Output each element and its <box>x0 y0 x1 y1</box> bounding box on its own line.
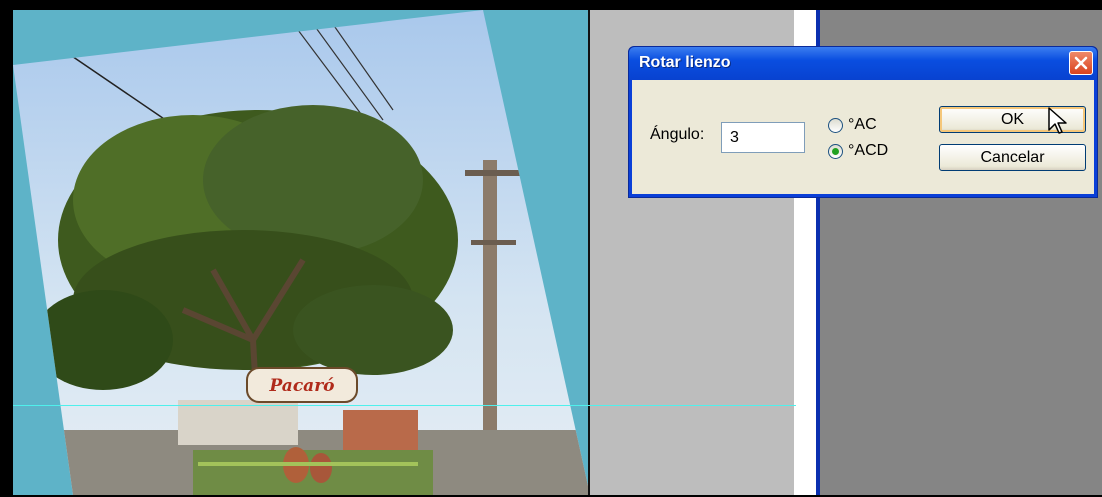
radio-acd-option[interactable]: °ACD <box>828 142 888 160</box>
dialog-body: Ángulo: °AC °ACD OK Cancelar <box>632 80 1094 194</box>
angle-input[interactable] <box>721 122 805 153</box>
dialog-title: Rotar lienzo <box>639 54 731 71</box>
close-button[interactable] <box>1069 51 1093 75</box>
radio-ac-option[interactable]: °AC <box>828 116 877 134</box>
angle-label: Ángulo: <box>650 126 705 143</box>
horizontal-guide-line[interactable] <box>13 405 796 406</box>
close-icon <box>1074 56 1088 70</box>
dialog-titlebar[interactable]: Rotar lienzo <box>629 47 1097 80</box>
radio-ac-button[interactable] <box>828 117 843 133</box>
mouse-pointer-icon <box>1048 107 1067 134</box>
sign-text: Pacaró <box>268 376 334 396</box>
image-canvas[interactable]: Pacaró <box>13 10 590 495</box>
cancel-button[interactable]: Cancelar <box>939 144 1086 171</box>
radio-acd-label: °ACD <box>848 142 889 159</box>
radio-ac-label: °AC <box>848 116 877 133</box>
rotated-photo: Pacaró <box>13 10 590 495</box>
radio-acd-button[interactable] <box>828 143 843 159</box>
rotate-canvas-dialog: Rotar lienzo Ángulo: °AC °ACD OK Cancela… <box>628 46 1098 198</box>
